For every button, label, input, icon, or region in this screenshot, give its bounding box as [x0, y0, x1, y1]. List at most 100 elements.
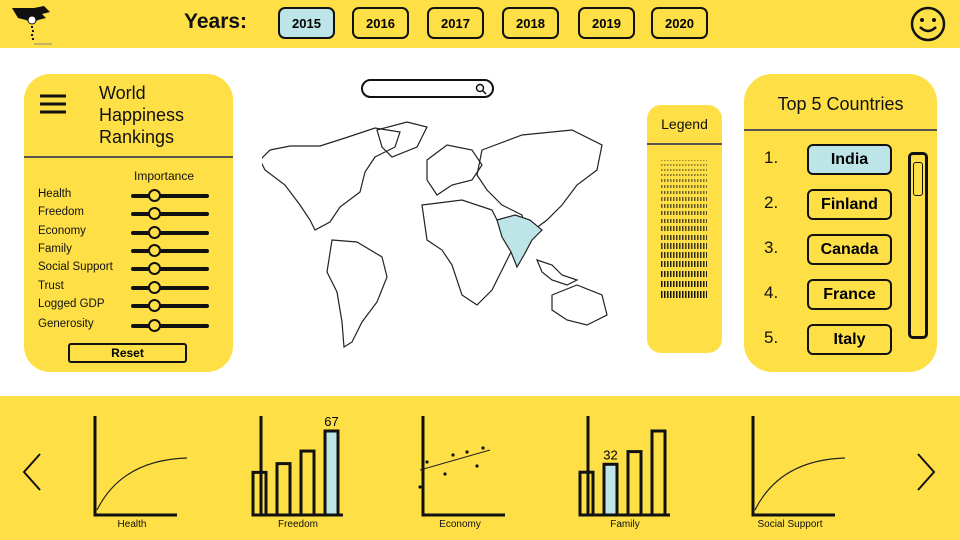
- scrollbar-thumb[interactable]: [913, 162, 923, 196]
- chart-label: Economy: [439, 519, 481, 530]
- mini-chart-social-support[interactable]: Social Support: [735, 410, 845, 530]
- importance-slider[interactable]: [131, 319, 209, 332]
- axes: [93, 416, 177, 517]
- data-label: 32: [603, 447, 617, 462]
- chart-label: Family: [610, 519, 640, 530]
- bar: [650, 429, 667, 517]
- rank-number: 3.: [764, 238, 779, 257]
- curve: [754, 457, 845, 511]
- australia: [551, 284, 608, 326]
- chevron-right-icon[interactable]: [914, 452, 938, 492]
- factor-label: Family: [38, 243, 72, 255]
- factor-label: Logged GDP: [38, 298, 105, 310]
- importance-slider[interactable]: [131, 226, 209, 239]
- years-label: Years:: [184, 10, 248, 33]
- importance-slider[interactable]: [131, 207, 209, 220]
- chart-label: Social Support: [757, 519, 823, 530]
- legend-step: [661, 251, 707, 258]
- chevron-left-icon[interactable]: [20, 452, 44, 492]
- legend-step: [661, 160, 707, 161]
- rank-number: 1.: [764, 148, 779, 167]
- factor-row: Health: [38, 188, 228, 204]
- importance-slider[interactable]: [131, 281, 209, 294]
- slider-handle[interactable]: [148, 319, 162, 332]
- year-2020-button[interactable]: 2020: [651, 7, 708, 39]
- mini-chart-freedom[interactable]: 67 Freedom: [243, 410, 353, 530]
- slider-handle[interactable]: [148, 262, 162, 275]
- factor-row: Economy: [38, 225, 228, 241]
- legend-step: [661, 261, 707, 268]
- africa: [421, 199, 518, 306]
- legend-step: [661, 243, 707, 249]
- southeast-asia: [535, 259, 579, 286]
- factor-label: Freedom: [38, 206, 85, 218]
- year-2016-button[interactable]: 2016: [352, 7, 409, 39]
- hand-dropping-icon: [12, 6, 52, 45]
- bar: [275, 462, 292, 517]
- importance-slider[interactable]: [131, 244, 209, 257]
- legend-step: [661, 290, 707, 299]
- bar: [323, 429, 340, 517]
- year-2017-button[interactable]: 2017: [427, 7, 484, 39]
- slider-handle[interactable]: [148, 207, 162, 220]
- legend-title: Legend: [661, 116, 708, 132]
- year-2019-button[interactable]: 2019: [578, 7, 635, 39]
- mini-chart-health[interactable]: Health: [77, 410, 187, 530]
- page-title: World Happiness Rankings: [99, 83, 185, 147]
- data-point: [481, 446, 485, 450]
- country-button[interactable]: Finland: [807, 189, 892, 220]
- legend-step: [661, 204, 707, 208]
- slider-handle[interactable]: [148, 244, 162, 257]
- mini-chart-family[interactable]: 32 Family: [570, 410, 680, 530]
- smiley-face-icon[interactable]: [910, 6, 946, 42]
- rank-number: 5.: [764, 328, 779, 347]
- scrollbar[interactable]: [908, 152, 928, 339]
- trend-line: [419, 449, 491, 471]
- chart-label: Health: [117, 519, 147, 530]
- slider-handle[interactable]: [148, 281, 162, 294]
- data-point: [451, 453, 455, 457]
- rank-number: 4.: [764, 283, 779, 302]
- hamburger-menu-icon[interactable]: [40, 94, 66, 114]
- country-button[interactable]: Canada: [807, 234, 892, 265]
- factor-row: Freedom: [38, 206, 228, 222]
- world-map[interactable]: [262, 120, 618, 350]
- importance-slider[interactable]: [131, 262, 209, 275]
- legend-panel: Legend: [647, 105, 722, 353]
- header: Years: 2015 2016 2017 2018 2019 2020: [0, 0, 960, 48]
- data-point: [425, 460, 429, 464]
- divider: [744, 129, 937, 131]
- mini-chart-economy[interactable]: Economy: [405, 410, 515, 530]
- data-point: [418, 485, 422, 489]
- reset-button[interactable]: Reset: [68, 343, 187, 363]
- search-input[interactable]: [361, 79, 494, 98]
- country-button[interactable]: Italy: [807, 324, 892, 355]
- factor-label: Health: [38, 188, 72, 200]
- slider-handle[interactable]: [148, 189, 162, 202]
- rank-number: 2.: [764, 193, 779, 212]
- legend-step: [661, 168, 707, 171]
- legend-step: [661, 234, 707, 240]
- curve: [96, 457, 187, 511]
- slider-handle[interactable]: [148, 299, 162, 312]
- legend-step: [661, 191, 707, 195]
- bar: [602, 462, 619, 517]
- country-button[interactable]: India: [807, 144, 892, 175]
- charts-carousel: Health 67 Freedom Economy 32 Family Social Sup…: [0, 396, 960, 540]
- factor-row: Social Support: [38, 261, 228, 277]
- country-button[interactable]: France: [807, 279, 892, 310]
- north-america: [262, 127, 401, 231]
- divider: [24, 156, 233, 158]
- importance-slider[interactable]: [131, 299, 209, 312]
- year-2018-button[interactable]: 2018: [502, 7, 559, 39]
- factor-label: Social Support: [38, 261, 113, 273]
- slider-handle[interactable]: [148, 226, 162, 239]
- year-2015-button[interactable]: 2015: [278, 7, 335, 39]
- legend-step: [661, 197, 707, 201]
- top5-panel: Top 5 Countries 1. India 2. Finland 3. Canada…: [744, 74, 937, 372]
- factor-row: Generosity: [38, 318, 228, 334]
- bar: [299, 449, 316, 517]
- importance-label: Importance: [134, 169, 195, 183]
- importance-slider[interactable]: [131, 189, 209, 202]
- legend-step: [661, 226, 707, 232]
